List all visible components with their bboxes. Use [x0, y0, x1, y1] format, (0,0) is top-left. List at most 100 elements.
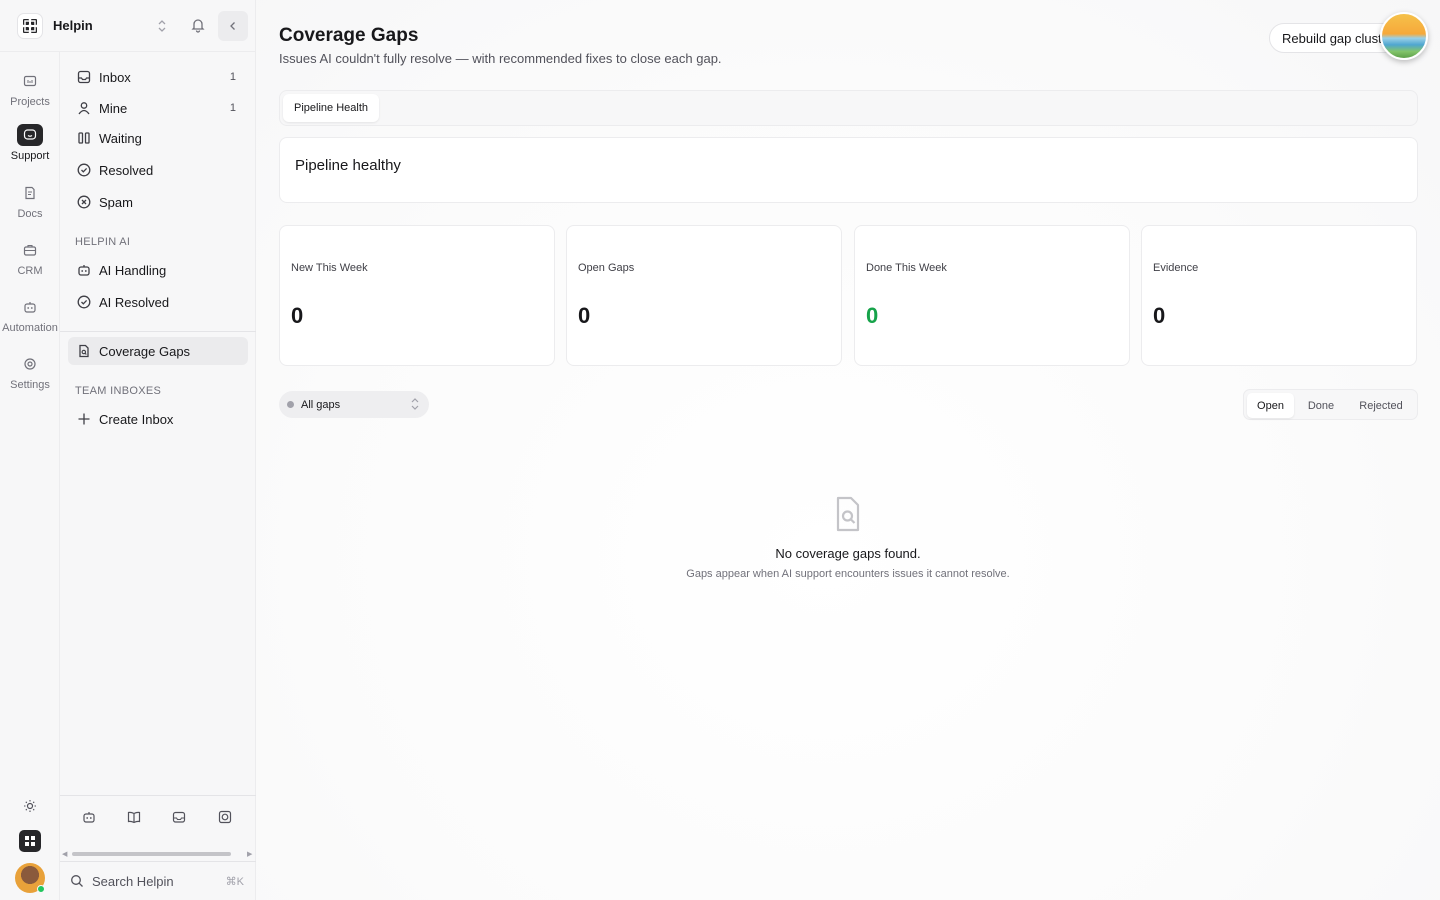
nav-label: Spam	[99, 194, 133, 210]
bot-icon	[17, 296, 43, 318]
tabs-bar: Pipeline Health	[279, 90, 1418, 126]
nav-label: Mine	[99, 100, 128, 116]
pause-icon	[76, 130, 92, 146]
rail-item-settings[interactable]: Settings	[0, 353, 60, 391]
check-circle-icon	[76, 162, 92, 178]
rail-label: Settings	[10, 379, 50, 391]
nav-item-resolved[interactable]: Resolved	[68, 156, 248, 184]
gear-icon	[17, 353, 43, 375]
rail-label: Docs	[17, 208, 43, 220]
plus-icon	[76, 411, 92, 427]
chevron-left-icon	[230, 22, 235, 30]
file-search-icon	[76, 343, 92, 359]
segment-done[interactable]: Done	[1298, 393, 1344, 418]
scroll-right-icon[interactable]: ▶	[247, 850, 252, 858]
bot-icon[interactable]	[82, 810, 98, 826]
nav-item-mine[interactable]: Mine 1	[68, 94, 248, 122]
nav-label: AI Resolved	[99, 294, 170, 310]
nav-item-inbox[interactable]: Inbox 1	[68, 63, 248, 91]
search-icon	[70, 874, 84, 888]
nav-divider	[60, 795, 256, 796]
inbox-icon	[76, 69, 92, 85]
nav-label: Inbox	[99, 69, 131, 85]
workspace-header: Helpin	[0, 0, 256, 52]
x-circle-icon	[76, 194, 92, 210]
segment-open[interactable]: Open	[1247, 393, 1294, 418]
inbox-icon[interactable]	[172, 810, 188, 826]
rail-item-docs[interactable]: Docs	[0, 182, 60, 220]
nav-label: AI Handling	[99, 262, 167, 278]
rail-label: Projects	[10, 96, 50, 108]
stat-card-done-this-week: Done This Week 0	[854, 225, 1130, 366]
collapse-sidebar-button[interactable]	[218, 11, 248, 41]
pipeline-status-title: Pipeline healthy	[295, 157, 401, 174]
nav-count: 1	[229, 71, 236, 83]
nav-item-ai-resolved[interactable]: AI Resolved	[68, 288, 248, 316]
stat-label: Open Gaps	[578, 262, 635, 274]
chevron-up-down-icon	[410, 397, 420, 411]
helpin-logo-icon	[23, 19, 37, 33]
stat-label: New This Week	[291, 262, 368, 274]
rail-item-support[interactable]: Support	[0, 124, 60, 162]
segment-rejected[interactable]: Rejected	[1348, 393, 1414, 418]
tab-pipeline-health[interactable]: Pipeline Health	[283, 94, 379, 122]
search-placeholder: Search Helpin	[92, 873, 174, 889]
rail-item-automation[interactable]: Automation	[0, 296, 60, 334]
rail-label: Support	[10, 150, 50, 162]
nav-label: Create Inbox	[99, 411, 174, 427]
book-open-icon[interactable]	[127, 810, 143, 826]
rail-item-projects[interactable]: Projects	[0, 70, 60, 108]
check-circle-icon	[76, 294, 92, 310]
nav-divider	[60, 331, 256, 332]
empty-state-subtitle: Gaps appear when AI support encounters i…	[686, 568, 1010, 580]
stat-value: 0	[291, 303, 304, 328]
app-switcher-button[interactable]	[19, 830, 41, 852]
app-rail: Projects Support Docs CRM Automation Set…	[0, 52, 60, 900]
workspace-switch-icon[interactable]	[156, 18, 168, 34]
nav-horizontal-scrollbar[interactable]: ◀ ▶	[60, 848, 256, 858]
user-icon	[76, 100, 92, 116]
chat-icon	[17, 124, 43, 146]
doc-icon	[17, 182, 43, 204]
rail-item-crm[interactable]: CRM	[0, 239, 60, 277]
nav-item-waiting[interactable]: Waiting	[68, 124, 248, 152]
nav-item-ai-handling[interactable]: AI Handling	[68, 256, 248, 284]
scroll-left-icon[interactable]: ◀	[62, 850, 67, 858]
pipeline-health-card: Pipeline healthy	[279, 137, 1418, 203]
bell-icon[interactable]	[190, 17, 206, 33]
stat-value: 0	[866, 303, 879, 328]
nav-item-coverage-gaps[interactable]: Coverage Gaps	[68, 337, 248, 365]
briefcase-icon	[17, 239, 43, 261]
empty-state-title: No coverage gaps found.	[775, 546, 921, 561]
nav-divider	[60, 861, 256, 862]
nav-item-spam[interactable]: Spam	[68, 188, 248, 216]
theme-toggle-sun-icon[interactable]	[23, 799, 37, 813]
lifebuoy-icon[interactable]	[218, 810, 234, 826]
assistant-orb-avatar[interactable]	[1380, 12, 1428, 60]
nav-label: Waiting	[99, 130, 142, 146]
workspace-logo[interactable]	[17, 13, 43, 39]
stat-value: 0	[1153, 303, 1166, 328]
gap-filter-select[interactable]: All gaps	[279, 391, 429, 418]
nav-label: Resolved	[99, 162, 154, 178]
helpin-app-icon	[25, 836, 35, 846]
search-shortcut: ⌘K	[225, 875, 244, 888]
workspace-name[interactable]: Helpin	[53, 18, 93, 33]
status-segmented-control: Open Done Rejected	[1243, 389, 1418, 420]
online-status-dot	[37, 885, 45, 893]
create-inbox-button[interactable]: Create Inbox	[68, 405, 248, 433]
stat-label: Evidence	[1153, 262, 1199, 274]
nav-count: 1	[229, 102, 236, 114]
rail-label: CRM	[17, 265, 43, 277]
file-search-icon	[832, 496, 864, 532]
search-helpin-button[interactable]: Search Helpin ⌘K	[70, 870, 246, 892]
stat-card-new-this-week: New This Week 0	[279, 225, 555, 366]
nav-label: Coverage Gaps	[99, 343, 191, 359]
scrollbar-thumb[interactable]	[72, 852, 231, 856]
main-content: Coverage Gaps Issues AI couldn't fully r…	[256, 0, 1440, 900]
user-avatar[interactable]	[15, 863, 45, 893]
filter-selected-value: All gaps	[301, 398, 341, 411]
stat-value: 0	[578, 303, 591, 328]
stat-label: Done This Week	[866, 262, 947, 274]
support-nav-panel: Inbox 1 Mine 1 Waiting Resolved Spam HEL…	[60, 52, 256, 900]
